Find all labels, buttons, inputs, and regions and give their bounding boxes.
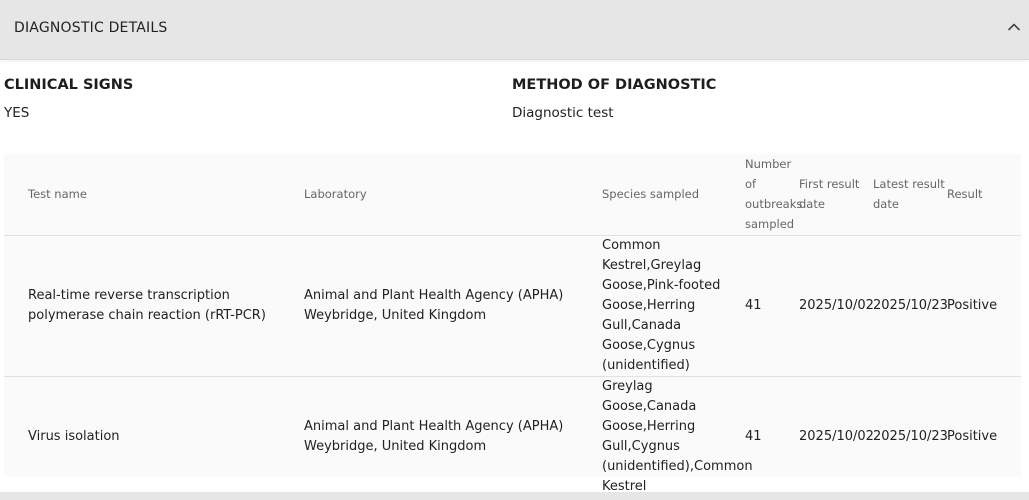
method-of-diagnostic-value: Diagnostic test [512,105,614,121]
chevron-up-icon[interactable] [1007,19,1021,33]
column-header-first-result-date: First result date [799,154,873,236]
table-row: Virus isolation Animal and Plant Health … [4,376,1021,498]
cell-result: Positive [947,235,1021,377]
table-row: Real-time reverse transcription polymera… [4,235,1021,377]
column-header-test-name: Test name [4,154,304,236]
column-header-latest-result-date: Latest result date [873,154,947,236]
cell-outbreaks-count: 41 [745,376,799,498]
next-section-bar [0,492,1029,500]
cell-first-result-date: 2025/10/02 [799,235,874,377]
cell-test-name: Real-time reverse transcription polymera… [4,235,304,377]
cell-latest-result-date: 2025/10/23 [873,376,948,498]
cell-species-sampled: Greylag Goose,Canada Goose,Herring Gull,… [602,376,753,498]
column-header-laboratory: Laboratory [304,154,602,236]
clinical-signs-value: YES [4,105,30,121]
cell-first-result-date: 2025/10/02 [799,376,874,498]
cell-test-name: Virus isolation [4,376,304,498]
method-of-diagnostic-label: METHOD OF DIAGNOSTIC [512,77,717,93]
table-header-row: Test name Laboratory Species sampled Num… [4,154,1021,236]
cell-latest-result-date: 2025/10/23 [873,235,948,377]
diagnostic-details-header[interactable]: DIAGNOSTIC DETAILS [0,0,1029,60]
cell-result: Positive [947,376,1021,498]
section-title: DIAGNOSTIC DETAILS [14,20,168,36]
diagnostic-tests-table: Test name Laboratory Species sampled Num… [4,154,1021,498]
cell-laboratory: Animal and Plant Health Agency (APHA) We… [304,376,602,498]
cell-outbreaks-count: 41 [745,235,799,377]
cell-species-sampled: Common Kestrel,Greylag Goose,Pink-footed… [602,235,745,377]
clinical-signs-label: CLINICAL SIGNS [4,77,134,93]
column-header-result: Result [947,154,1021,236]
column-header-species-sampled: Species sampled [602,154,745,236]
cell-laboratory: Animal and Plant Health Agency (APHA) We… [304,235,602,377]
column-header-number-of-outbreaks: Number of outbreaks sampled [745,154,802,236]
